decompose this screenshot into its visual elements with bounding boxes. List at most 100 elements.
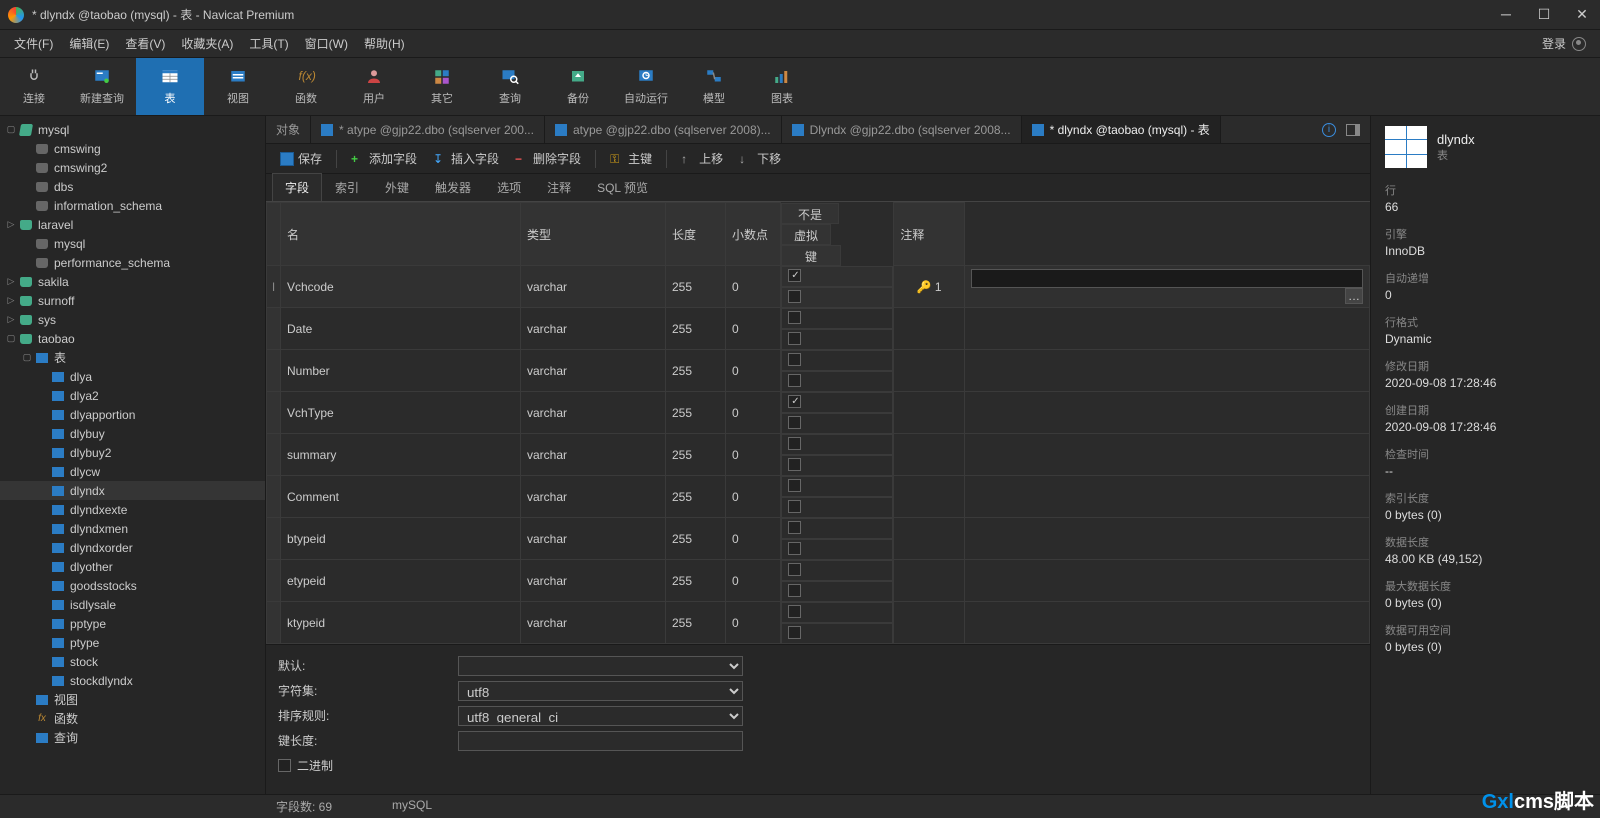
db-cmswing[interactable]: cmswing [0,139,265,158]
virtual-checkbox[interactable] [788,290,801,303]
table-dlyndxexte[interactable]: dlyndxexte [0,500,265,519]
charset-select[interactable]: utf8 [458,681,743,701]
minimize-button[interactable]: ─ [1496,6,1516,23]
toolbar-query[interactable]: 新建查询 [68,58,136,115]
design-tab-1[interactable]: 索引 [322,173,372,201]
virtual-checkbox[interactable] [788,416,801,429]
doc-tab[interactable]: atype @gjp22.dbo (sqlserver 2008)... [545,116,782,143]
menu-item[interactable]: 查看(V) [117,31,173,56]
table-dlyapportion[interactable]: dlyapportion [0,405,265,424]
toolbar-auto[interactable]: 自动运行 [612,58,680,115]
ellipsis-button[interactable]: … [1345,288,1363,304]
col-length[interactable]: 长度 [666,203,726,266]
db-cmswing2[interactable]: cmswing2 [0,158,265,177]
virtual-checkbox[interactable] [788,374,801,387]
virtual-checkbox[interactable] [788,332,801,345]
db-performance_schema[interactable]: performance_schema [0,253,265,272]
comment-input[interactable] [971,269,1363,288]
table-stockdlyndx[interactable]: stockdlyndx [0,671,265,690]
user-icon[interactable] [1572,37,1586,51]
node-查询[interactable]: 查询 [0,728,265,747]
add-field-button[interactable]: 添加字段 [345,147,423,170]
db-surnoff[interactable]: ▷surnoff [0,291,265,310]
fields-grid-wrap[interactable]: 名 类型 长度 小数点 不是 null 虚拟 键 注释 IVchcodevarc… [266,202,1370,644]
panel-toggle-icon[interactable] [1346,124,1360,136]
virtual-checkbox[interactable] [788,626,801,639]
virtual-checkbox[interactable] [788,584,801,597]
db-mysql[interactable]: mysql [0,234,265,253]
toolbar-other[interactable]: 其它 [408,58,476,115]
table-dlya[interactable]: dlya [0,367,265,386]
save-button[interactable]: 保存 [274,147,328,170]
field-row[interactable]: etypeidvarchar2550 [267,560,1370,602]
field-row[interactable]: btypeidvarchar2550 [267,518,1370,560]
table-ptype[interactable]: ptype [0,633,265,652]
notnull-checkbox[interactable] [788,353,801,366]
design-tab-4[interactable]: 选项 [484,173,534,201]
col-decimals[interactable]: 小数点 [726,203,781,266]
connection-mysql[interactable]: ▢mysql [0,120,265,139]
col-virtual[interactable]: 虚拟 [781,224,831,245]
default-select[interactable] [458,656,743,676]
col-notnull[interactable]: 不是 null [781,203,839,224]
field-row[interactable]: VchTypevarchar2550 [267,392,1370,434]
toolbar-view[interactable]: 视图 [204,58,272,115]
field-row[interactable]: summaryvarchar2550 [267,434,1370,476]
keylen-input[interactable] [458,731,743,751]
notnull-checkbox[interactable] [788,605,801,618]
menu-item[interactable]: 窗口(W) [297,31,356,56]
table-dlybuy[interactable]: dlybuy [0,424,265,443]
fields-grid[interactable]: 名 类型 长度 小数点 不是 null 虚拟 键 注释 IVchcodevarc… [266,202,1370,644]
toolbar-table[interactable]: 表 [136,58,204,115]
design-tab-6[interactable]: SQL 预览 [584,173,661,201]
move-down-button[interactable]: 下移 [733,147,787,170]
col-comment[interactable]: 注释 [894,203,965,266]
toolbar-plug[interactable]: 连接 [0,58,68,115]
notnull-checkbox[interactable] [788,563,801,576]
notnull-checkbox[interactable] [788,437,801,450]
design-tab-0[interactable]: 字段 [272,173,322,201]
menu-item[interactable]: 收藏夹(A) [173,31,241,56]
table-dlycw[interactable]: dlycw [0,462,265,481]
table-goodsstocks[interactable]: goodsstocks [0,576,265,595]
node-视图[interactable]: 视图 [0,690,265,709]
move-up-button[interactable]: 上移 [675,147,729,170]
table-stock[interactable]: stock [0,652,265,671]
table-dlya2[interactable]: dlya2 [0,386,265,405]
toolbar-backup[interactable]: 备份 [544,58,612,115]
info-icon[interactable]: i [1322,123,1336,137]
field-row[interactable]: Datevarchar2550 [267,308,1370,350]
virtual-checkbox[interactable] [788,542,801,555]
doc-tab[interactable]: * dlyndx @taobao (mysql) - 表 [1022,116,1221,143]
notnull-checkbox[interactable] [788,311,801,324]
design-tab-5[interactable]: 注释 [534,173,584,201]
menu-item[interactable]: 编辑(E) [61,31,117,56]
insert-field-button[interactable]: 插入字段 [427,147,505,170]
db-laravel[interactable]: ▷laravel [0,215,265,234]
table-isdlysale[interactable]: isdlysale [0,595,265,614]
table-dlyother[interactable]: dlyother [0,557,265,576]
field-row[interactable]: IVchcodevarchar2550🔑 1… [267,266,1370,308]
delete-field-button[interactable]: 删除字段 [509,147,587,170]
db-sakila[interactable]: ▷sakila [0,272,265,291]
db-information_schema[interactable]: information_schema [0,196,265,215]
toolbar-model[interactable]: 模型 [680,58,748,115]
db-dbs[interactable]: dbs [0,177,265,196]
virtual-checkbox[interactable] [788,500,801,513]
virtual-checkbox[interactable] [788,458,801,471]
db-taobao[interactable]: ▢taobao [0,329,265,348]
col-type[interactable]: 类型 [521,203,666,266]
doc-tab[interactable]: Dlyndx @gjp22.dbo (sqlserver 2008... [782,116,1022,143]
connection-tree[interactable]: ▢mysqlcmswingcmswing2dbsinformation_sche… [0,116,266,794]
toolbar-search[interactable]: 查询 [476,58,544,115]
notnull-checkbox[interactable] [788,479,801,492]
table-dlybuy2[interactable]: dlybuy2 [0,443,265,462]
field-row[interactable]: ktypeidvarchar2550 [267,602,1370,644]
notnull-checkbox[interactable] [788,395,801,408]
menu-item[interactable]: 工具(T) [241,31,296,56]
node-函数[interactable]: fx函数 [0,709,265,728]
db-sys[interactable]: ▷sys [0,310,265,329]
menu-item[interactable]: 文件(F) [6,31,61,56]
table-dlyndxorder[interactable]: dlyndxorder [0,538,265,557]
login-link[interactable]: 登录 [1542,35,1566,52]
